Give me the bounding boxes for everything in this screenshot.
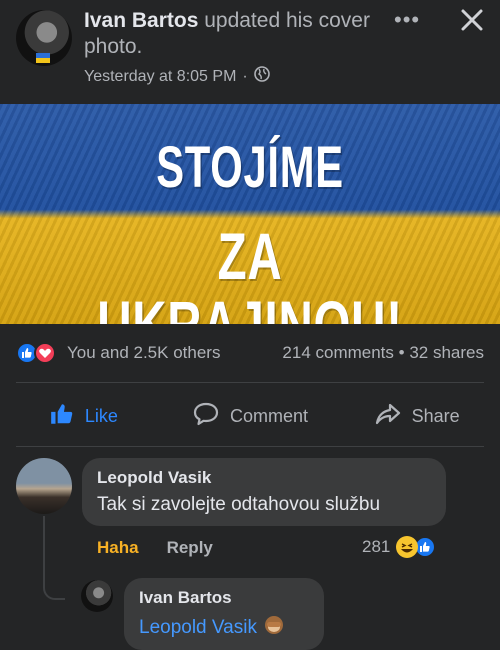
comment-button[interactable]: Comment — [167, 392, 334, 440]
cover-text-line-1: STOJÍME — [156, 135, 344, 200]
comment-label: Comment — [229, 405, 309, 426]
share-arrow-icon — [374, 401, 402, 432]
comment-reaction-count: 281 — [362, 537, 391, 556]
reply-text: Leopold Vasik — [139, 614, 309, 642]
globe-icon — [253, 66, 270, 87]
reply-bubble: Ivan Bartos Leopold Vasik — [124, 578, 324, 650]
love-reaction-icon — [34, 342, 56, 364]
comment-actions: Haha Reply — [97, 538, 213, 558]
thumbs-up-icon — [49, 401, 75, 432]
author-name[interactable]: Ivan Bartos — [84, 9, 198, 32]
cover-text-line-2: ZA UKRAJINOU! — [97, 219, 403, 324]
comment-text: Tak si zavolejte odtahovou službu — [97, 494, 381, 515]
reply-button[interactable]: Reply — [167, 538, 213, 558]
haha-reaction-icon — [396, 536, 419, 558]
see-no-evil-monkey-icon — [263, 614, 285, 642]
author-avatar[interactable] — [16, 10, 72, 66]
divider — [16, 446, 484, 447]
shares-count[interactable]: 32 shares — [409, 343, 484, 362]
timestamp[interactable]: Yesterday at 8:05 PM — [84, 68, 236, 86]
commenter-avatar[interactable] — [16, 458, 72, 514]
comment-bubble-icon — [192, 401, 220, 432]
thread-line — [43, 516, 65, 600]
comments-count[interactable]: 214 comments — [282, 343, 394, 362]
comment-reactions[interactable]: 281 — [362, 536, 437, 558]
engagement-counts: 214 comments • 32 shares — [282, 343, 484, 363]
post-header: Ivan Bartos updated his cover photo. Yes… — [0, 0, 500, 100]
haha-button[interactable]: Haha — [97, 538, 139, 558]
divider — [16, 382, 484, 383]
share-label: Share — [411, 405, 460, 426]
count-separator: • — [398, 343, 405, 362]
post-headline: Ivan Bartos updated his cover photo. — [84, 8, 374, 60]
post-actions: Like Comment Share — [0, 392, 500, 440]
timestamp-row: Yesterday at 8:05 PM · — [84, 66, 270, 87]
like-button[interactable]: Like — [0, 392, 167, 440]
share-button[interactable]: Share — [333, 392, 500, 440]
more-dots-icon[interactable]: ••• — [394, 9, 424, 31]
reply-author-avatar[interactable] — [81, 580, 113, 612]
mention-link[interactable]: Leopold Vasik — [139, 617, 257, 639]
reply-author[interactable]: Ivan Bartos — [139, 588, 309, 608]
reactions-bar: You and 2.5K others 214 comments • 32 sh… — [0, 330, 500, 376]
comment-bubble: Leopold Vasik Tak si zavolejte odtahovou… — [82, 458, 446, 526]
reaction-summary[interactable]: You and 2.5K others — [67, 343, 220, 363]
ukraine-flag-icon — [36, 53, 50, 63]
comment-author[interactable]: Leopold Vasik — [97, 468, 431, 488]
like-label: Like — [84, 405, 118, 426]
separator: · — [242, 67, 248, 85]
cover-photo[interactable]: STOJÍME ZA UKRAJINOU! — [0, 104, 500, 324]
close-icon[interactable] — [458, 6, 486, 34]
reaction-icons[interactable] — [16, 342, 64, 364]
